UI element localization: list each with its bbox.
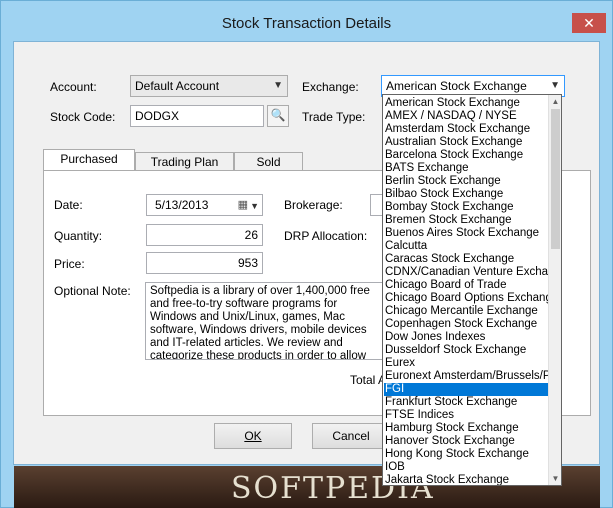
account-select[interactable]: Default Account ▼ (130, 75, 288, 97)
dropdown-scrollbar[interactable]: ▲ ▼ (548, 95, 561, 485)
exchange-dropdown-list[interactable]: ▲ ▼ American Stock Exchange AMEX / NASDAQ… (382, 94, 562, 486)
dropdown-option[interactable]: Bremen Stock Exchange (384, 214, 548, 227)
dropdown-option[interactable]: Eurex (384, 357, 548, 370)
trade-type-label: Trade Type: (302, 110, 366, 124)
dropdown-option[interactable]: Calcutta (384, 240, 548, 253)
tab-trading-plan[interactable]: Trading Plan (135, 152, 234, 172)
dropdown-option[interactable]: Jakarta Stock Exchange (384, 474, 548, 485)
chevron-down-icon: ▼ (273, 80, 283, 91)
dropdown-option[interactable]: FGI (384, 383, 548, 396)
dropdown-option[interactable]: Caracas Stock Exchange (384, 253, 548, 266)
scroll-down-icon[interactable]: ▼ (549, 472, 561, 485)
dropdown-option[interactable]: IOB (384, 461, 548, 474)
dropdown-option[interactable]: Frankfurt Stock Exchange (384, 396, 548, 409)
chevron-down-icon: ▼ (250, 201, 259, 211)
dropdown-option[interactable]: AMEX / NASDAQ / NYSE (384, 110, 548, 123)
dropdown-option[interactable]: Hong Kong Stock Exchange (384, 448, 548, 461)
search-icon: 🔍 (270, 108, 286, 122)
quantity-input[interactable]: 26 (146, 224, 263, 246)
title-bar[interactable]: Stock Transaction Details ✕ (1, 1, 612, 41)
dropdown-option[interactable]: Amsterdam Stock Exchange (384, 123, 548, 136)
cancel-button[interactable]: Cancel (312, 423, 390, 449)
dropdown-option[interactable]: Berlin Stock Exchange (384, 175, 548, 188)
tab-sold[interactable]: Sold (234, 152, 303, 172)
window-title: Stock Transaction Details (221, 15, 392, 32)
account-label: Account: (50, 80, 97, 94)
dropdown-option[interactable]: Copenhagen Stock Exchange (384, 318, 548, 331)
dropdown-option[interactable]: Chicago Mercantile Exchange (384, 305, 548, 318)
stock-code-input[interactable]: DODGX (130, 105, 264, 127)
dropdown-option[interactable]: Dow Jones Indexes (384, 331, 548, 344)
ok-label: OK (244, 429, 262, 443)
date-picker[interactable]: 5/13/2013 ▦ ▼ (146, 194, 263, 216)
brokerage-label: Brokerage: (284, 198, 343, 212)
dropdown-option[interactable]: Chicago Board Options Exchange (384, 292, 548, 305)
dropdown-option[interactable]: CDNX/Canadian Venture Exchange (384, 266, 548, 279)
dropdown-option[interactable]: Barcelona Stock Exchange (384, 149, 548, 162)
dropdown-option[interactable]: BATS Exchange (384, 162, 548, 175)
dropdown-option[interactable]: Hamburg Stock Exchange (384, 422, 548, 435)
dropdown-option[interactable]: Buenos Aires Stock Exchange (384, 227, 548, 240)
stock-transaction-window: Stock Transaction Details ✕ Account: Def… (0, 0, 613, 508)
scroll-thumb[interactable] (551, 109, 560, 249)
dropdown-option[interactable]: Bilbao Stock Exchange (384, 188, 548, 201)
tab-purchased[interactable]: Purchased (43, 149, 135, 171)
scroll-up-icon[interactable]: ▲ (549, 95, 561, 108)
drp-allocation-label: DRP Allocation: (284, 229, 368, 243)
exchange-label: Exchange: (302, 80, 359, 94)
exchange-value: American Stock Exchange (386, 79, 527, 93)
dropdown-option[interactable]: Hanover Stock Exchange (384, 435, 548, 448)
dropdown-option[interactable]: American Stock Exchange (384, 97, 548, 110)
date-value: 5/13/2013 (155, 198, 209, 212)
date-label: Date: (54, 198, 83, 212)
dropdown-option[interactable]: Dusseldorf Stock Exchange (384, 344, 548, 357)
quantity-label: Quantity: (54, 229, 103, 243)
close-button[interactable]: ✕ (572, 13, 606, 33)
total-amount-label: Total A (350, 373, 387, 387)
price-input[interactable]: 953 (146, 252, 263, 274)
chevron-down-icon: ▼ (550, 80, 560, 91)
dropdown-option[interactable]: Bombay Stock Exchange (384, 201, 548, 214)
dropdown-option[interactable]: FTSE Indices (384, 409, 548, 422)
dropdown-option[interactable]: Chicago Board of Trade (384, 279, 548, 292)
dropdown-option[interactable]: Euronext Amsterdam/Brussels/Paris (384, 370, 548, 383)
search-button[interactable]: 🔍 (267, 105, 289, 127)
account-value: Default Account (135, 79, 220, 93)
stock-code-label: Stock Code: (50, 110, 116, 124)
dropdown-option[interactable]: Australian Stock Exchange (384, 136, 548, 149)
optional-note-label: Optional Note: (54, 284, 131, 298)
calendar-icon: ▦ (237, 199, 248, 211)
price-label: Price: (54, 257, 85, 271)
ok-button[interactable]: OK (214, 423, 292, 449)
optional-note-textarea[interactable]: Softpedia is a library of over 1,400,000… (145, 282, 385, 360)
